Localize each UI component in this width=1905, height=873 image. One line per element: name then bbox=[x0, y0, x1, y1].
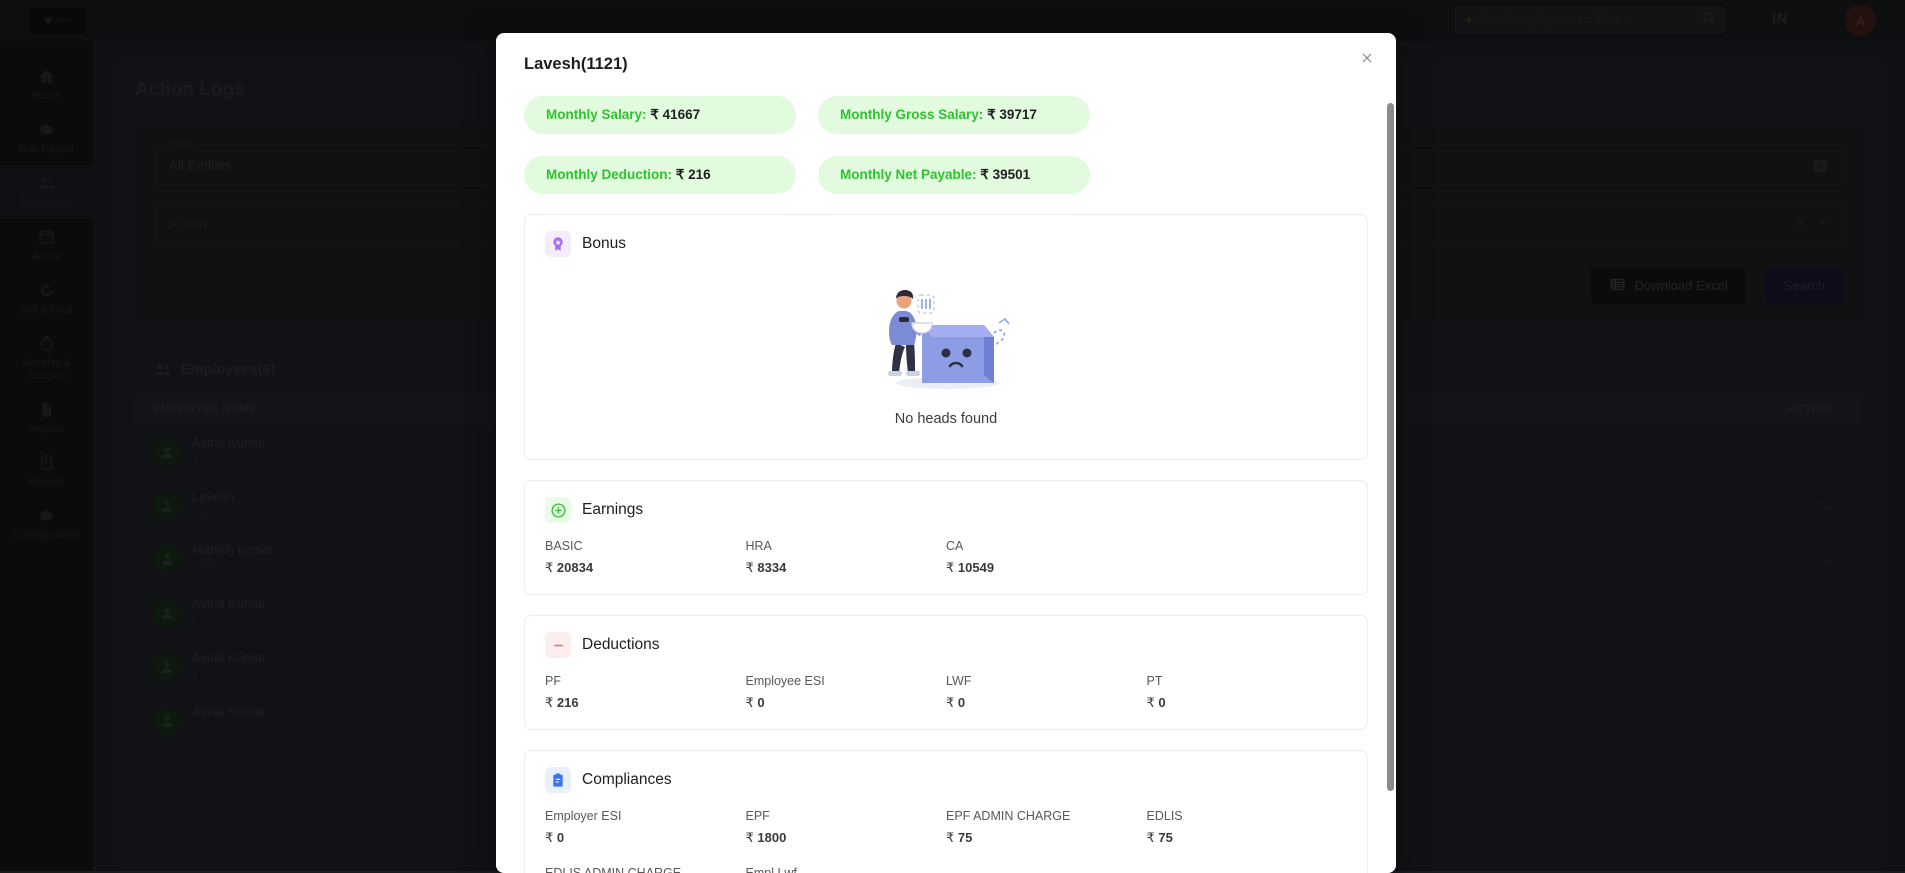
earnings-header: Earnings bbox=[545, 497, 1347, 523]
chip-label: Monthly Gross Salary: bbox=[840, 107, 983, 122]
summary-chips: Monthly Salary: ₹ 41667 Monthly Gross Sal… bbox=[524, 96, 1368, 194]
summary-chip: Monthly Gross Salary: ₹ 39717 bbox=[818, 96, 1090, 134]
amount-item: HRA ₹ 8334 bbox=[746, 539, 947, 576]
chip-amount: ₹ 39717 bbox=[987, 107, 1037, 122]
compliances-grid: Employer ESI₹ 0EPF₹ 1800EPF ADMIN CHARGE… bbox=[545, 809, 1347, 873]
amount-item: PF ₹ 216 bbox=[545, 674, 746, 711]
compliances-title: Compliances bbox=[582, 771, 672, 789]
amount-label: EPF bbox=[746, 809, 947, 823]
compliances-section: Compliances Employer ESI₹ 0EPF₹ 1800EPF … bbox=[524, 750, 1368, 873]
amount-item: EDLIS ADMIN CHARGE₹ 0 bbox=[545, 866, 746, 873]
earnings-title: Earnings bbox=[582, 501, 643, 519]
bonus-empty-state: No heads found bbox=[545, 273, 1347, 441]
summary-chip: Monthly Salary: ₹ 41667 bbox=[524, 96, 796, 134]
deductions-section: Deductions PF₹ 216Employee ESI₹ 0LWF₹ 0P… bbox=[524, 615, 1368, 730]
amount-value: ₹ 20834 bbox=[545, 560, 746, 576]
amount-item: LWF ₹ 0 bbox=[946, 674, 1147, 711]
amount-item: Employer ESI ₹ 0 bbox=[545, 809, 746, 846]
chip-label: Monthly Deduction: bbox=[546, 167, 672, 182]
empty-box-illustration bbox=[866, 279, 1026, 399]
plus-circle-icon bbox=[545, 497, 571, 523]
rupee-symbol: ₹ bbox=[1147, 695, 1155, 710]
chip-label: Monthly Net Payable: bbox=[840, 167, 977, 182]
modal-scrollbar-thumb[interactable] bbox=[1387, 103, 1394, 791]
deductions-title: Deductions bbox=[582, 636, 660, 654]
rupee-symbol: ₹ bbox=[946, 560, 954, 575]
minus-icon bbox=[545, 632, 571, 658]
amount-value: ₹ 10549 bbox=[946, 560, 1147, 576]
amount-value: ₹ 0 bbox=[946, 695, 1147, 711]
amount-label: PF bbox=[545, 674, 746, 688]
amount-item: BASIC ₹ 20834 bbox=[545, 539, 746, 576]
amount-item: EDLIS ₹ 75 bbox=[1147, 809, 1348, 846]
rupee-symbol: ₹ bbox=[1147, 830, 1155, 845]
amount-label: BASIC bbox=[545, 539, 746, 553]
earnings-section: Earnings BASIC ₹ 20834HRA ₹ 8334 CA ₹ 10549 bbox=[524, 480, 1368, 595]
salary-breakup-modal: Lavesh(1121) Monthly Salary: ₹ 41667Mont… bbox=[496, 33, 1396, 873]
amount-label: EDLIS ADMIN CHARGE bbox=[545, 866, 746, 873]
amount-value: ₹ 0 bbox=[545, 830, 746, 846]
amount-item: Employee ESI ₹ 0 bbox=[746, 674, 947, 711]
rupee-symbol: ₹ bbox=[545, 695, 553, 710]
bonus-title: Bonus bbox=[582, 235, 626, 253]
amount-label: EDLIS bbox=[1147, 809, 1348, 823]
bonus-empty-text: No heads found bbox=[895, 411, 997, 427]
clipboard-icon bbox=[545, 767, 571, 793]
deductions-grid: PF₹ 216Employee ESI₹ 0LWF₹ 0PT₹ 0 bbox=[545, 674, 1347, 711]
close-icon[interactable] bbox=[1354, 45, 1380, 71]
amount-label: LWF bbox=[946, 674, 1147, 688]
amount-label: Employee ESI bbox=[746, 674, 947, 688]
chip-amount: ₹ 216 bbox=[676, 167, 711, 182]
rupee-symbol: ₹ bbox=[946, 695, 954, 710]
amount-label: PT bbox=[1147, 674, 1348, 688]
amount-label: EPF ADMIN CHARGE bbox=[946, 809, 1147, 823]
rupee-symbol: ₹ bbox=[746, 560, 754, 575]
amount-value: ₹ 216 bbox=[545, 695, 746, 711]
amount-label: Empl Lwf bbox=[746, 866, 947, 873]
chip-amount: ₹ 41667 bbox=[650, 107, 700, 122]
rupee-symbol: ₹ bbox=[746, 695, 754, 710]
rupee-symbol: ₹ bbox=[545, 830, 553, 845]
amount-value: ₹ 0 bbox=[1147, 695, 1348, 711]
amount-value: ₹ 0 bbox=[746, 695, 947, 711]
modal-scrollbar[interactable] bbox=[1387, 35, 1394, 871]
deductions-header: Deductions bbox=[545, 632, 1347, 658]
modal-scroll-area: Lavesh(1121) Monthly Salary: ₹ 41667Mont… bbox=[496, 33, 1396, 873]
amount-item: EPF ₹ 1800 bbox=[746, 809, 947, 846]
amount-item: CA ₹ 10549 bbox=[946, 539, 1147, 576]
award-badge-icon bbox=[545, 231, 571, 257]
amount-label: HRA bbox=[746, 539, 947, 553]
amount-label: Employer ESI bbox=[545, 809, 746, 823]
amount-value: ₹ 75 bbox=[946, 830, 1147, 846]
amount-label: CA bbox=[946, 539, 1147, 553]
amount-value: ₹ 75 bbox=[1147, 830, 1348, 846]
summary-chip: Monthly Deduction: ₹ 216 bbox=[524, 156, 796, 194]
amount-value: ₹ 1800 bbox=[746, 830, 947, 846]
chip-label: Monthly Salary: bbox=[546, 107, 647, 122]
chip-amount: ₹ 39501 bbox=[980, 167, 1030, 182]
amount-value: ₹ 8334 bbox=[746, 560, 947, 576]
rupee-symbol: ₹ bbox=[746, 830, 754, 845]
amount-item: EPF ADMIN CHARGE ₹ 75 bbox=[946, 809, 1147, 846]
bonus-header: Bonus bbox=[545, 231, 1347, 257]
compliances-header: Compliances bbox=[545, 767, 1347, 793]
bonus-section: Bonus bbox=[524, 214, 1368, 460]
summary-chip: Monthly Net Payable: ₹ 39501 bbox=[818, 156, 1090, 194]
modal-title: Lavesh(1121) bbox=[524, 55, 1368, 74]
earnings-grid: BASIC ₹ 20834HRA ₹ 8334 CA ₹ 10549 bbox=[545, 539, 1347, 576]
rupee-symbol: ₹ bbox=[545, 560, 553, 575]
amount-item: PT ₹ 0 bbox=[1147, 674, 1348, 711]
amount-item: Empl Lwf₹ 0 bbox=[746, 866, 947, 873]
rupee-symbol: ₹ bbox=[946, 830, 954, 845]
